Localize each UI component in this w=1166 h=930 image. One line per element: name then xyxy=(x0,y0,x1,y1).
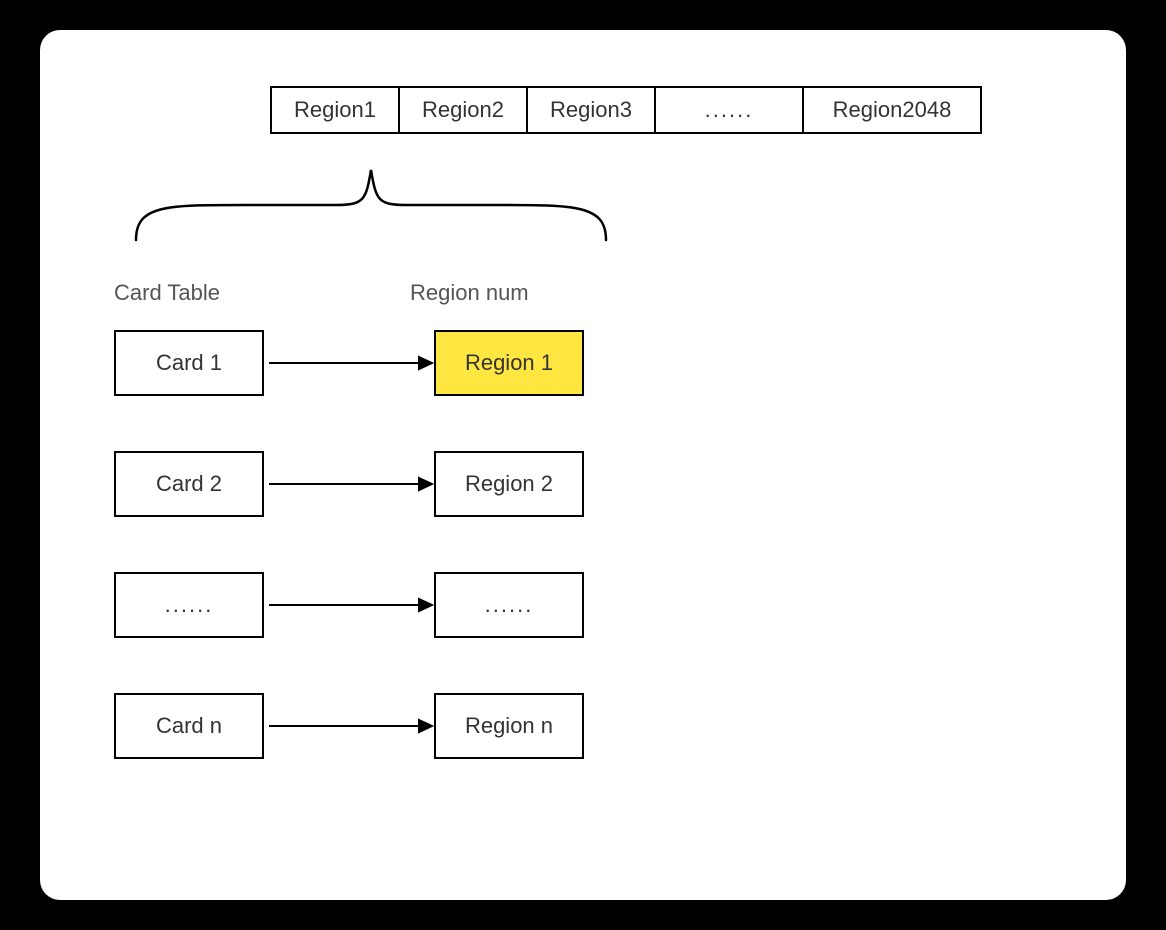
region-cell: Region2048 xyxy=(802,86,982,134)
region-box: Region 2 xyxy=(434,451,584,517)
region-box-highlighted: Region 1 xyxy=(434,330,584,396)
mapping-row: Card n Region n xyxy=(114,693,584,759)
region-cell-ellipsis: ...... xyxy=(654,86,804,134)
mapping-area: Card 1 Region 1 Card 2 Region 2 ...... .… xyxy=(114,330,584,814)
mapping-row: Card 2 Region 2 xyxy=(114,451,584,517)
card-box: Card 1 xyxy=(114,330,264,396)
region-cell: Region2 xyxy=(398,86,528,134)
card-box: Card n xyxy=(114,693,264,759)
arrow-icon xyxy=(264,343,434,383)
region-box: Region n xyxy=(434,693,584,759)
brace-icon xyxy=(126,150,616,250)
card-box-ellipsis: ...... xyxy=(114,572,264,638)
arrow-icon xyxy=(264,706,434,746)
card-table-header: Card Table xyxy=(114,280,220,306)
diagram-canvas: Region1 Region2 Region3 ...... Region204… xyxy=(40,30,1126,900)
mapping-row: Card 1 Region 1 xyxy=(114,330,584,396)
region-num-header: Region num xyxy=(410,280,529,306)
mapping-row: ...... ...... xyxy=(114,572,584,638)
region-cell: Region1 xyxy=(270,86,400,134)
region-row: Region1 Region2 Region3 ...... Region204… xyxy=(272,86,982,134)
arrow-icon xyxy=(264,585,434,625)
arrow-icon xyxy=(264,464,434,504)
region-cell: Region3 xyxy=(526,86,656,134)
column-headers: Card Table Region num xyxy=(114,280,529,306)
region-box-ellipsis: ...... xyxy=(434,572,584,638)
card-box: Card 2 xyxy=(114,451,264,517)
